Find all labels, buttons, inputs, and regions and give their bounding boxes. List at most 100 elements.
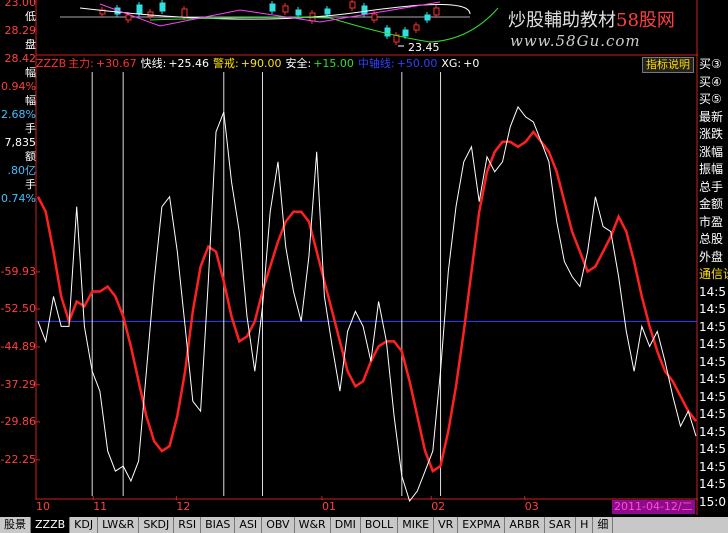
indicator-value: +0 bbox=[463, 57, 480, 70]
right-panel-item: 14:5 bbox=[699, 459, 726, 474]
left-panel-item: 2.68% bbox=[1, 109, 36, 121]
right-panel-item: 通信设 bbox=[699, 267, 728, 281]
tab-expma[interactable]: EXPMA bbox=[458, 517, 506, 533]
y-tick-label: -37.29 bbox=[0, 377, 36, 391]
watermark-title: 炒股輔助教材 bbox=[508, 10, 616, 31]
candle-body bbox=[349, 1, 356, 9]
candle-body bbox=[295, 9, 302, 16]
right-panel-item: 14:5 bbox=[699, 477, 726, 491]
candle-body bbox=[361, 5, 368, 15]
low-price-label: 23.45 bbox=[408, 41, 440, 54]
x-axis: 10 11 12 01 02 03 bbox=[36, 500, 698, 514]
left-panel-item: 0.74% bbox=[1, 193, 36, 205]
indicator-help-button[interactable]: 指标说明 bbox=[642, 57, 694, 73]
tab-bias[interactable]: BIAS bbox=[201, 517, 236, 533]
tab-wr[interactable]: W&R bbox=[295, 517, 331, 533]
right-panel-item: 市盈 bbox=[699, 214, 724, 229]
right-panel-item: 14:5 bbox=[699, 407, 726, 421]
left-panel-item: 盘 bbox=[25, 39, 36, 51]
watermark-brand: 58股网 bbox=[616, 10, 675, 31]
series-line-fast bbox=[37, 105, 697, 503]
tab-sar[interactable]: SAR bbox=[545, 517, 577, 533]
tab-[interactable]: 股景 bbox=[0, 517, 31, 533]
tab-mike[interactable]: MIKE bbox=[398, 517, 435, 533]
right-panel-item: 14:5 bbox=[699, 319, 726, 334]
candle-body bbox=[413, 24, 420, 31]
right-panel-item: 14:5 bbox=[699, 372, 726, 386]
right-panel-item: 买④ bbox=[699, 74, 722, 89]
quote-panel-left: 23.00 低 28.29 盘 28.42 幅 0.94% 幅 2.68% 手 7,835 额 .80亿… bbox=[0, 0, 36, 230]
left-panel-item: 幅 bbox=[25, 95, 36, 107]
series-line-main-force bbox=[36, 129, 697, 473]
tab-h[interactable]: H bbox=[576, 517, 594, 533]
x-tick-label: 10 bbox=[36, 500, 50, 513]
tab-vr[interactable]: VR bbox=[434, 517, 459, 533]
left-panel-item: 幅 bbox=[25, 67, 36, 79]
right-panel-item: 总手 bbox=[699, 179, 724, 194]
left-panel-item: 额 bbox=[25, 151, 36, 163]
indicator-label: XG: bbox=[441, 57, 462, 70]
left-panel-item: 28.29 bbox=[4, 25, 37, 37]
x-tick-label: 11 bbox=[93, 500, 108, 513]
left-panel-item: 手 bbox=[25, 179, 36, 191]
indicator-label: 快线: bbox=[140, 57, 167, 70]
tab-skdj[interactable]: SKDJ bbox=[139, 517, 175, 533]
x-tick-label: 01 bbox=[322, 500, 336, 513]
tab-kdj[interactable]: KDJ bbox=[70, 517, 99, 533]
right-panel-item: 涨跌 bbox=[699, 127, 724, 141]
watermark-url: www.58Gu.com bbox=[510, 32, 641, 50]
left-panel-item: 低 bbox=[25, 11, 36, 23]
tab-asi[interactable]: ASI bbox=[235, 517, 263, 533]
candle-body bbox=[424, 14, 431, 21]
tab-arbr[interactable]: ARBR bbox=[505, 517, 545, 533]
tab-[interactable]: 细 bbox=[593, 517, 614, 533]
indicator-value: +90.00 bbox=[240, 57, 282, 70]
tab-lwr[interactable]: LW&R bbox=[98, 517, 140, 533]
right-panel-item: 15:0 bbox=[699, 494, 726, 509]
right-panel-item: 14:5 bbox=[699, 284, 726, 299]
right-panel-item: 14:5 bbox=[699, 302, 726, 316]
candle-body bbox=[384, 27, 391, 37]
watermark-logo: 炒股輔助教材58股网 bbox=[508, 6, 675, 32]
candle-body bbox=[324, 8, 331, 15]
indicator-label: 安全: bbox=[285, 57, 312, 70]
x-tick-label: 03 bbox=[524, 500, 539, 513]
quote-panel-right: 买③ 买④ 买⑤ 最新涨跌涨幅振幅总手金额市盈总股外盘通信设 14:5 14:5 14:5 1… bbox=[698, 57, 728, 513]
tab-zzzb[interactable]: ZZZB bbox=[31, 517, 71, 533]
right-panel-item: 买③ bbox=[699, 57, 722, 71]
indicator-label: 主力: bbox=[68, 57, 94, 70]
right-panel-item: 总股 bbox=[699, 232, 724, 246]
tab-rsi[interactable]: RSI bbox=[174, 517, 202, 533]
tab-dmi[interactable]: DMI bbox=[331, 517, 361, 533]
indicator-value: +50.00 bbox=[396, 57, 438, 70]
y-tick-label: -29.86 bbox=[0, 414, 36, 428]
left-panel-item: 手 bbox=[25, 123, 36, 135]
chart-area[interactable]: 23.45 bbox=[0, 0, 728, 533]
tab-boll[interactable]: BOLL bbox=[361, 517, 399, 533]
right-panel-item: 14:5 bbox=[699, 442, 726, 456]
right-panel-item: 14:5 bbox=[699, 354, 726, 369]
y-axis: -59.93 -52.50 -44.89 -37.29 -29.86 -22.25 bbox=[0, 230, 36, 500]
indicator-tab-bar: 股景 ZZZB KDJ LW&R SKDJ RSI BIAS ASI OBV W&R DMI BOLL… bbox=[0, 517, 728, 533]
candle-body bbox=[159, 2, 166, 12]
indicator-value: +25.46 bbox=[168, 57, 210, 70]
right-panel-item: 外盘 bbox=[699, 249, 724, 264]
right-panel-item: 14:5 bbox=[699, 424, 726, 439]
indicator-header: ZZZB 主力: +30.67 快线: +25.46 警戒: +90.00 安全: +15.00… bbox=[36, 57, 692, 71]
tab-obv[interactable]: OBV bbox=[262, 517, 295, 533]
indicator-value: +15.00 bbox=[313, 57, 354, 70]
y-tick-label: -52.50 bbox=[0, 301, 36, 315]
indicator-name: ZZZB bbox=[36, 57, 67, 70]
right-panel-item: 最新 bbox=[699, 109, 724, 124]
right-panel-item: 振幅 bbox=[699, 162, 724, 176]
candle-body bbox=[125, 14, 132, 21]
candle-body bbox=[269, 3, 276, 12]
left-panel-item: 7,835 bbox=[4, 137, 37, 149]
indicator-value: +30.67 bbox=[95, 57, 137, 70]
right-panel-item: 金额 bbox=[699, 197, 724, 211]
left-panel-item: .80亿 bbox=[7, 165, 37, 177]
candle-body bbox=[282, 5, 289, 13]
left-panel-item: 23.00 bbox=[4, 0, 37, 9]
candle-body bbox=[433, 7, 440, 16]
indicator-label: 中轴线: bbox=[357, 57, 395, 70]
